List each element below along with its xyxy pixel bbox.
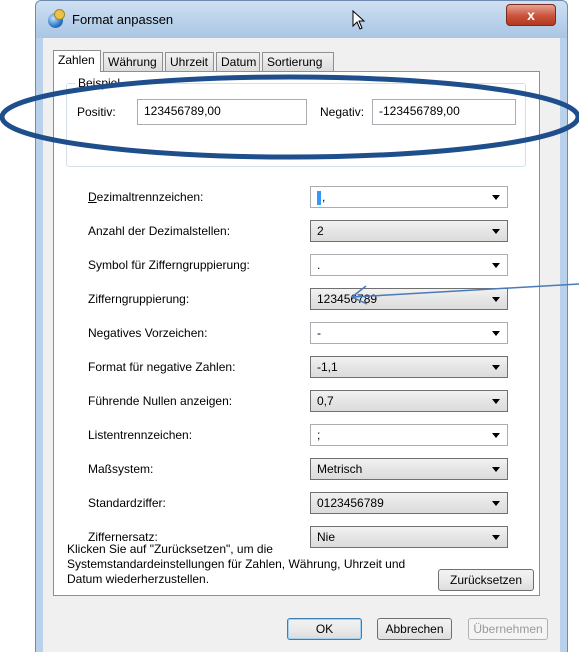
grouping-symbol-combo[interactable]: .: [310, 254, 508, 276]
setting-label-list-separator: Listentrennzeichen:: [88, 428, 193, 442]
chevron-down-icon[interactable]: [492, 433, 500, 438]
combo-value: .: [317, 258, 321, 272]
chevron-down-icon[interactable]: [492, 229, 500, 234]
setting-label-grouping-symbol: Symbol für Zifferngruppierung:: [88, 258, 250, 272]
window-title: Format anpassen: [72, 12, 174, 27]
cancel-button[interactable]: Abbrechen: [377, 618, 452, 640]
combo-value: 0123456789: [317, 496, 384, 510]
globe-icon: [48, 9, 65, 28]
combo-value: Metrisch: [317, 462, 363, 476]
combo-value: 123456789: [317, 292, 378, 306]
tab-waehrung[interactable]: Währung: [103, 52, 163, 71]
tab-datum[interactable]: Datum: [216, 52, 260, 71]
chevron-down-icon[interactable]: [492, 399, 500, 404]
tab-zahlen[interactable]: Zahlen: [53, 50, 101, 72]
tab-sortierung[interactable]: Sortierung: [262, 52, 334, 71]
setting-label-negative-format: Format für negative Zahlen:: [88, 360, 236, 374]
reset-button[interactable]: Zurücksetzen: [438, 569, 534, 591]
chevron-down-icon[interactable]: [492, 501, 500, 506]
mouse-cursor-icon: [352, 10, 366, 30]
chevron-down-icon[interactable]: [492, 297, 500, 302]
example-groupbox: Beispiel Positiv: 123456789,00 Negativ: …: [66, 76, 526, 167]
window-frame-right: [560, 38, 568, 652]
positive-label: Positiv:: [77, 105, 116, 119]
chevron-down-icon[interactable]: [492, 365, 500, 370]
negative-example-field: -123456789,00: [372, 99, 516, 125]
apply-button[interactable]: Übernehmen: [468, 618, 548, 640]
standard-digits-combo[interactable]: 0123456789: [310, 492, 508, 514]
setting-label-decimal-places: Anzahl der Dezimalstellen:: [88, 224, 231, 238]
measurement-system-combo[interactable]: Metrisch: [310, 458, 508, 480]
combo-value: ,: [322, 190, 326, 204]
list-separator-combo[interactable]: ;: [310, 424, 508, 446]
chevron-down-icon[interactable]: [492, 331, 500, 336]
chevron-down-icon[interactable]: [492, 195, 500, 200]
decimal-separator-combo[interactable]: ,: [310, 186, 508, 208]
title-bar[interactable]: Format anpassen x: [35, 0, 568, 38]
dialog-client-area: Zahlen Währung Uhrzeit Datum Sortierung …: [43, 38, 560, 652]
setting-label-leading-zeros: Führende Nullen anzeigen:: [88, 394, 233, 408]
leading-zeros-combo[interactable]: 0,7: [310, 390, 508, 412]
combo-value: -1,1: [317, 360, 338, 374]
setting-label-decimal-separator: Dezimaltrennzeichen:: [88, 190, 204, 204]
chevron-down-icon[interactable]: [492, 263, 500, 268]
decimal-places-combo[interactable]: 2: [310, 220, 508, 242]
tab-panel-zahlen: Beispiel Positiv: 123456789,00 Negativ: …: [53, 71, 540, 596]
setting-label-digit-grouping: Zifferngruppierung:: [88, 292, 190, 306]
digit-grouping-combo[interactable]: 123456789: [310, 288, 508, 310]
negative-label: Negativ:: [320, 105, 365, 119]
combo-value: 2: [317, 224, 324, 238]
text-caret: [317, 190, 321, 205]
combo-value: -: [317, 326, 321, 340]
positive-example-field: 123456789,00: [137, 99, 307, 125]
tab-uhrzeit[interactable]: Uhrzeit: [165, 52, 214, 71]
window-frame-left: [35, 38, 43, 652]
combo-value: 0,7: [317, 394, 334, 408]
negative-format-combo[interactable]: -1,1: [310, 356, 508, 378]
example-legend: Beispiel: [75, 76, 124, 90]
combo-value: ;: [317, 428, 321, 442]
reset-info-text: Klicken Sie auf "Zurücksetzen", um die S…: [67, 542, 406, 586]
setting-label-negative-sign: Negatives Vorzeichen:: [88, 326, 208, 340]
ok-button[interactable]: OK: [287, 618, 362, 640]
chevron-down-icon[interactable]: [492, 535, 500, 540]
negative-sign-combo[interactable]: -: [310, 322, 508, 344]
chevron-down-icon[interactable]: [492, 467, 500, 472]
close-button[interactable]: x: [506, 4, 556, 26]
setting-label-measurement-system: Maßsystem:: [88, 462, 154, 476]
setting-label-standard-digits: Standardziffer:: [88, 496, 166, 510]
